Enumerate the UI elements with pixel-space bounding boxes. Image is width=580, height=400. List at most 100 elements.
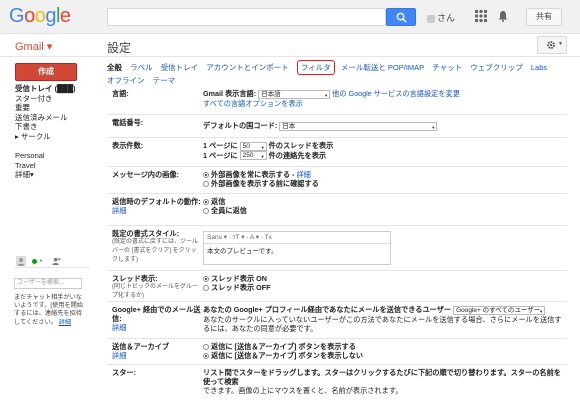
sidebar-item-circles[interactable]: ▸ サークル <box>0 132 100 142</box>
reply-learn-more-link[interactable]: 詳細 <box>112 206 126 215</box>
setting-text-style: 既定の書式スタイル: (既定の書式に戻すには、ツールバーの [書式をクリア] を… <box>107 226 567 271</box>
send-archive-hide-radio[interactable] <box>203 353 209 360</box>
setting-gplus-email: Google+ 経由でのメール送信: 詳細 あなたの Google+ プロフィー… <box>107 302 567 339</box>
format-toolbar[interactable]: Sans ▾ · тT ▾ · A ▾ · Tx <box>204 232 390 244</box>
setting-language: 言語: Gmail 表示言語: 日本語 他の Google サービスの言語設定を… <box>107 86 567 115</box>
chat-help-link[interactable]: 詳細 <box>59 319 71 326</box>
images-ask-radio[interactable] <box>203 181 209 188</box>
setting-send-archive: 送信＆アーカイブ 詳細 返信に [送信＆アーカイブ] ボタンを表示する 返信に … <box>107 339 567 365</box>
setting-images: メッセージ内の画像: 外部画像を常に表示する - 詳細 外部画像を表示する前に確… <box>107 167 567 194</box>
setting-value: 返信 全員に返信 <box>203 197 565 215</box>
all-language-options-link[interactable]: すべての言語オプションを表示 <box>203 99 303 108</box>
settings-button[interactable]: ▼ <box>537 36 567 54</box>
page-title: 設定 <box>107 41 132 55</box>
setting-reply: 返信時のデフォルトの動作: 詳細 返信 全員に返信 <box>107 194 567 226</box>
images-always-radio[interactable] <box>203 172 209 179</box>
tab-labels[interactable]: ラベル <box>130 62 153 73</box>
avatar-icon[interactable] <box>16 256 26 266</box>
threads-per-page-select[interactable]: 50 <box>239 141 267 151</box>
images-learn-more-link[interactable]: 詳細 <box>296 170 310 179</box>
sidebar-item-inbox[interactable]: 受信トレイ (███) <box>0 84 100 94</box>
add-contact-icon[interactable] <box>52 257 61 265</box>
setting-value: デフォルトの国コード: 日本 <box>203 121 565 131</box>
sidebar-item-drafts[interactable]: 下書き <box>0 122 100 132</box>
tab-offline[interactable]: オフライン <box>107 75 145 86</box>
gmail-menu[interactable]: Gmail ▾ <box>15 40 52 53</box>
compose-button[interactable]: 作成 <box>15 63 77 81</box>
setting-value: 1 ページに 50 件のスレッドを表示 1 ページに 250 件の連絡先を表示 <box>203 141 565 161</box>
setting-value: 外部画像を常に表示する - 詳細 外部画像を表示する前に確認する <box>203 170 565 188</box>
tab-chat[interactable]: チャット <box>432 62 462 73</box>
setting-label: 表示件数: <box>112 141 144 150</box>
country-code-select[interactable]: 日本 <box>279 121 438 131</box>
chevron-down-icon: ▼ <box>558 41 563 47</box>
preview-text: 本文のプレビューです。 <box>207 248 278 255</box>
send-archive-show-radio[interactable] <box>203 344 209 351</box>
threads-off-radio[interactable] <box>203 285 209 292</box>
setting-label: 既定の書式スタイル: (既定の書式に戻すには、ツールバーの [書式をクリア] を… <box>112 229 198 263</box>
setting-stars: スター: リスト間でスターをドラッグします。スターはクリックするたびに下記の順で… <box>107 365 567 395</box>
nav-list: 受信トレイ (███) スター付き 重要 送信済みメール 下書き ▸ サークル … <box>0 84 100 180</box>
send-archive-learn-more-link[interactable]: 詳細 <box>112 351 126 360</box>
threads-on-radio[interactable] <box>203 276 209 283</box>
settings-tabs: 全般 ラベル 受信トレイ アカウントとインポート フィルタ メール転送と POP… <box>107 60 567 86</box>
tab-general[interactable]: 全般 <box>107 62 122 73</box>
chevron-down-icon: ▼ <box>39 258 43 263</box>
setting-threads: スレッド表示: (同じトピックのメールをグループ化するか) スレッド表示 ON … <box>107 271 567 302</box>
setting-value: リスト間でスターをドラッグします。スターはクリックするたびに下記の順で切り替わり… <box>203 368 561 395</box>
chat-status-row: ▼ <box>14 256 90 268</box>
other-language-link[interactable]: 他の Google サービスの言語設定を変更 <box>332 89 460 98</box>
user-name[interactable]: さん <box>427 11 455 24</box>
language-select[interactable]: 日本語 <box>258 89 331 99</box>
sidebar-item-travel[interactable]: Travel <box>0 161 100 171</box>
top-bar: Google さん 共有 <box>0 0 580 34</box>
gplus-learn-more-link[interactable]: 詳細 <box>112 323 126 332</box>
tab-filters[interactable]: フィルタ <box>296 60 335 75</box>
contacts-per-page-select[interactable]: 250 <box>239 151 267 161</box>
setting-page-size: 表示件数: 1 ページに 50 件のスレッドを表示 1 ページに 250 件の連… <box>107 138 567 167</box>
settings-main: 全般 ラベル 受信トレイ アカウントとインポート フィルタ メール転送と POP… <box>107 58 580 400</box>
setting-phone: 電話番号: デフォルトの国コード: 日本 <box>107 115 567 138</box>
share-button[interactable]: 共有 <box>526 8 562 26</box>
text-style-editor[interactable]: Sans ▾ · тT ▾ · A ▾ · Tx 本文のプレビューです。 <box>203 231 391 265</box>
settings-rows: 言語: Gmail 表示言語: 日本語 他の Google サービスの言語設定を… <box>107 86 567 395</box>
tab-web-clips[interactable]: ウェブクリップ <box>470 62 523 73</box>
setting-label: スター: <box>112 368 136 377</box>
setting-value: 返信に [送信＆アーカイブ] ボタンを表示する 返信に [送信＆アーカイブ] ボ… <box>203 342 565 360</box>
tab-forwarding-pop-imap[interactable]: メール転送と POP/IMAP <box>341 62 424 73</box>
sidebar: 作成 受信トレイ (███) スター付き 重要 送信済みメール 下書き ▸ サー… <box>0 58 100 400</box>
tab-accounts-import[interactable]: アカウントとインポート <box>206 62 289 73</box>
sidebar-item-important[interactable]: 重要 <box>0 103 100 113</box>
setting-label: 電話番号: <box>112 118 144 127</box>
reply-radio[interactable] <box>203 199 209 206</box>
setting-label: 送信＆アーカイブ 詳細 <box>112 342 170 360</box>
setting-value: スレッド表示 ON スレッド表示 OFF <box>203 274 565 292</box>
setting-value: Gmail 表示言語: 日本語 他の Google サービスの言語設定を変更 す… <box>203 89 565 108</box>
search-input[interactable] <box>107 8 386 26</box>
chat-search-input[interactable]: ユーザーを検索... <box>14 278 82 289</box>
chat-help-text: まだチャット相手がいないようです。[使用を開始するには、連絡先を招待してください… <box>14 294 84 326</box>
tab-labs[interactable]: Labs <box>531 62 547 73</box>
setting-value: あなたの Google+ プロフィール経由であなたにメールを送信できるユーザー … <box>203 305 565 333</box>
sidebar-item-sent[interactable]: 送信済みメール <box>0 113 100 123</box>
sidebar-item-personal[interactable]: Personal <box>0 151 100 161</box>
setting-label: Google+ 経由でのメール送信: 詳細 <box>112 305 201 332</box>
setting-label: メッセージ内の画像: <box>112 170 179 179</box>
reply-all-radio[interactable] <box>203 208 209 215</box>
search-button[interactable] <box>386 8 416 26</box>
sidebar-item-more[interactable]: 詳細▾ <box>0 170 100 180</box>
apps-grid-icon[interactable] <box>475 10 487 22</box>
tab-inbox[interactable]: 受信トレイ <box>161 62 199 73</box>
status-dot-icon[interactable] <box>32 259 37 264</box>
setting-label: 言語: <box>112 89 129 98</box>
search-icon <box>396 12 407 23</box>
setting-label: スレッド表示: (同じトピックのメールをグループ化するか) <box>112 274 198 299</box>
notifications-bell-icon[interactable] <box>497 10 509 22</box>
tab-themes[interactable]: テーマ <box>153 75 176 86</box>
gplus-select[interactable]: Google+ のすべてのユーザー <box>453 305 546 315</box>
sidebar-item-starred[interactable]: スター付き <box>0 94 100 104</box>
google-logo[interactable]: Google <box>9 5 71 28</box>
gear-icon <box>547 41 555 49</box>
setting-label: 返信時のデフォルトの動作: 詳細 <box>112 197 201 215</box>
